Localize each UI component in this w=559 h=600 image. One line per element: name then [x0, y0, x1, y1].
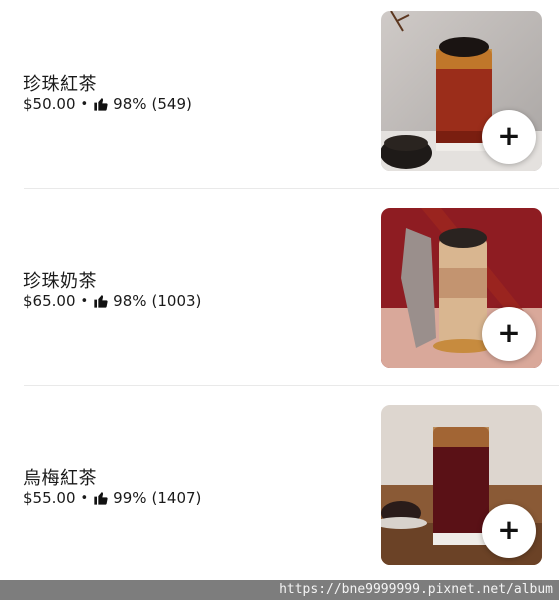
item-meta: $55.00 • 99% (1407) — [23, 489, 201, 507]
add-to-cart-button[interactable]: + — [482, 110, 536, 164]
plus-icon: + — [497, 119, 521, 152]
item-meta: $50.00 • 98% (549) — [23, 95, 192, 113]
add-to-cart-button[interactable]: + — [482, 307, 536, 361]
plus-icon: + — [497, 513, 521, 546]
menu-item[interactable]: 烏梅紅茶 $55.00 • 99% (1407) + — [0, 394, 559, 591]
separator-dot: • — [80, 490, 89, 506]
item-price: $50.00 — [23, 95, 76, 113]
rating-count: (1003) — [151, 292, 202, 310]
separator-dot: • — [80, 96, 89, 112]
rating-count: (549) — [151, 95, 192, 113]
divider — [24, 385, 559, 386]
thumbs-up-icon — [94, 492, 108, 505]
thumbs-up-icon — [94, 295, 108, 308]
rating-percent: 98% — [113, 292, 147, 310]
watermark-bar: https://bne9999999.pixnet.net/album — [0, 580, 559, 600]
menu-item[interactable]: 珍珠奶茶 $65.00 • 98% (1003) + — [0, 197, 559, 394]
rating-percent: 98% — [113, 95, 147, 113]
rating-count: (1407) — [151, 489, 202, 507]
item-price: $65.00 — [23, 292, 76, 310]
plus-icon: + — [497, 316, 521, 349]
divider — [24, 188, 559, 189]
thumbs-up-icon — [94, 98, 108, 111]
rating-percent: 99% — [113, 489, 147, 507]
item-name: 珍珠紅茶 — [23, 74, 97, 95]
item-meta: $65.00 • 98% (1003) — [23, 292, 201, 310]
menu-item[interactable]: 珍珠紅茶 $50.00 • 98% (549) + — [0, 0, 559, 197]
item-name: 烏梅紅茶 — [23, 468, 97, 489]
add-to-cart-button[interactable]: + — [482, 504, 536, 558]
separator-dot: • — [80, 293, 89, 309]
watermark-text: https://bne9999999.pixnet.net/album — [279, 582, 553, 597]
item-price: $55.00 — [23, 489, 76, 507]
item-name: 珍珠奶茶 — [23, 271, 97, 292]
